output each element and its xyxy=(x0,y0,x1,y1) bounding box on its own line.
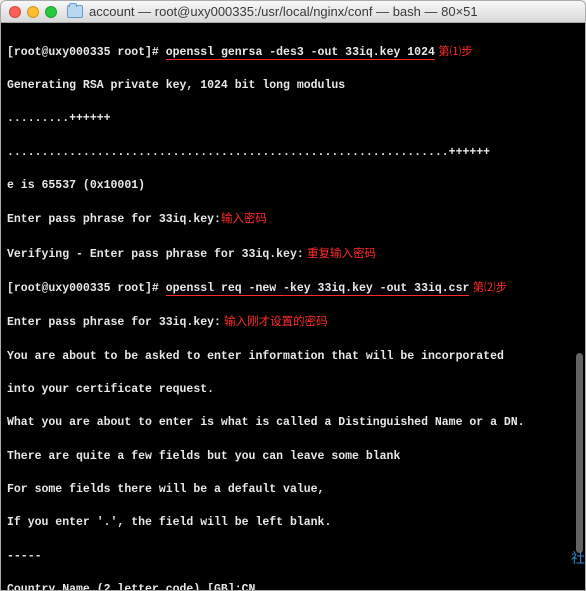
annotation-repeat-pw: 重复输入密码 xyxy=(304,248,376,260)
traffic-lights xyxy=(9,6,57,18)
titlebar[interactable]: account — root@uxy000335:/usr/local/ngin… xyxy=(1,1,585,23)
minimize-icon[interactable] xyxy=(27,6,39,18)
command-1: openssl genrsa -des3 -out 33iq.key 1024 xyxy=(166,46,435,60)
annotation-enter-set-pw: 输入刚才设置的密码 xyxy=(221,316,328,328)
window-title: account — root@uxy000335:/usr/local/ngin… xyxy=(89,4,478,19)
annotation-step1: 第⑴步 xyxy=(435,46,473,58)
annotation-enter-pw: 输入密码 xyxy=(221,213,267,225)
close-icon[interactable] xyxy=(9,6,21,18)
zoom-icon[interactable] xyxy=(45,6,57,18)
watermark: 社 xyxy=(571,548,585,568)
terminal-body[interactable]: [root@uxy000335 root]# openssl genrsa -d… xyxy=(1,23,585,590)
terminal-window: account — root@uxy000335:/usr/local/ngin… xyxy=(0,0,586,591)
folder-icon xyxy=(67,5,83,18)
command-2: openssl req -new -key 33iq.key -out 33iq… xyxy=(166,282,470,296)
input-country: CN xyxy=(242,583,256,590)
scrollbar[interactable] xyxy=(576,353,583,553)
annotation-step2: 第⑵步 xyxy=(469,282,507,294)
